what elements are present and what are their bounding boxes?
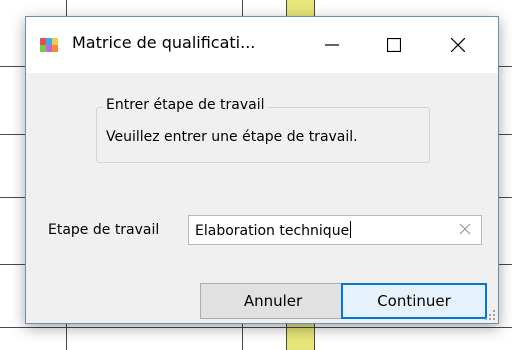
text-caret (350, 221, 352, 238)
maximize-icon (387, 38, 401, 52)
window-title: Matrice de qualificati... (72, 33, 256, 52)
grid-line (0, 327, 512, 328)
group-legend: Entrer étape de travail (103, 97, 268, 113)
resize-grip-icon[interactable] (485, 310, 495, 320)
work-step-input[interactable]: Elaboration technique (188, 215, 482, 245)
continue-button[interactable]: Continuer (341, 283, 487, 319)
close-button[interactable] (436, 25, 480, 65)
work-step-label: Etape de travail (48, 222, 160, 238)
title-bar[interactable]: Matrice de qualificati... (26, 17, 498, 73)
work-step-text: Elaboration technique (195, 223, 350, 239)
work-step-value[interactable]: Elaboration technique (195, 221, 352, 239)
clear-icon[interactable] (459, 223, 471, 235)
dialog-window: Matrice de qualificati... Entrer étape d… (25, 16, 499, 324)
instruction-message: Veuillez entrer une étape de travail. (106, 129, 358, 145)
minimize-button[interactable] (310, 25, 354, 65)
close-icon (451, 38, 465, 52)
cancel-button[interactable]: Annuler (200, 283, 346, 319)
maximize-button[interactable] (372, 25, 416, 65)
instruction-group: Entrer étape de travail Veuillez entrer … (96, 97, 430, 163)
minimize-icon (325, 44, 339, 46)
app-icon (40, 38, 58, 52)
